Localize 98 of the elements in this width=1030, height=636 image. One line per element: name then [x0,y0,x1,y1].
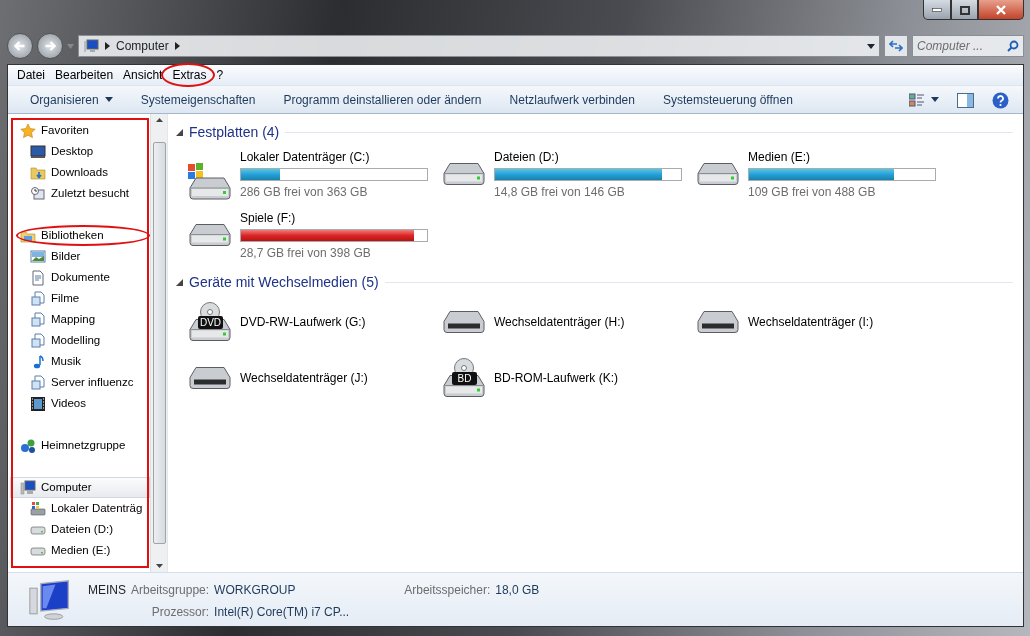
search-field[interactable]: Computer ... [912,35,1024,57]
drive-name[interactable]: BD-ROM-Laufwerk (K:) [494,369,618,387]
back-button[interactable] [7,33,33,59]
nav-item[interactable]: Zuletzt besucht [16,183,150,204]
caret-icon [931,97,939,102]
section-header[interactable]: Festplatten (4) [189,121,280,143]
search-icon [1007,40,1019,52]
nav-item[interactable]: Lokaler Datenträg [16,498,150,519]
free-space-text: 286 GB frei von 363 GB [240,184,369,201]
back-arrow-icon [14,41,26,51]
nav-item[interactable]: Desktop [16,141,150,162]
computer-icon [28,579,72,623]
computer-name: MEINS [88,582,126,599]
drive-name[interactable]: Wechseldatenträger (J:) [240,369,368,387]
toolbar-button[interactable]: Organisieren [16,90,127,109]
toolbar-button[interactable]: Systemeigenschaften [126,90,270,109]
library-icon [30,290,46,307]
hard-drive-icon [694,162,742,186]
system-drive-icon [186,162,234,200]
drive-name[interactable]: Lokaler Datenträger (C:) [240,148,428,166]
chevron-right-icon [174,42,180,50]
drive-name[interactable]: Medien (E:) [748,148,936,166]
toolbar-button[interactable]: Programm deinstallieren oder ändern [269,90,496,109]
hard-drive-icon [186,223,234,247]
dropdown-icon[interactable] [867,43,875,49]
library-icon [30,332,46,349]
free-space-text: 28,7 GB frei von 398 GB [240,245,372,262]
folder-icon [30,164,46,181]
document-icon [30,269,46,286]
menu-item[interactable]: Bearbeiten [55,68,114,82]
free-space-text: 109 GB frei von 488 GB [748,184,877,201]
menu-item[interactable]: Extras [172,68,207,82]
network-icon [20,437,36,454]
nav-item[interactable]: Bilder [16,246,150,267]
film-icon [30,395,46,412]
nav-item[interactable]: Videos [16,393,150,414]
toolbar-button[interactable]: Netzlaufwerk verbinden [495,90,649,109]
drive-name[interactable]: Dateien (D:) [494,148,682,166]
nav-item[interactable]: Favoriten [16,120,150,141]
menu-item[interactable]: Datei [17,68,45,82]
removable-drive-icon [694,310,742,334]
nav-item[interactable]: Dateien (D:) [16,519,150,540]
removable-drive-icon [440,310,488,334]
library-icon [30,311,46,328]
media-type-label: BD [452,372,477,385]
refresh-button[interactable] [884,35,908,57]
free-space-text: 14,8 GB frei von 146 GB [494,184,626,201]
property-label: Arbeitsgruppe: [131,582,210,599]
caret-icon [104,97,113,102]
hard-drive-icon [440,162,488,186]
desktop-icon [30,143,46,160]
toolbar-button[interactable]: Systemsteuerung öffnen [648,90,807,109]
removable-drive-icon [186,366,234,390]
nav-item[interactable]: Downloads [16,162,150,183]
nav-item[interactable]: Mapping [16,309,150,330]
picture-icon [30,248,46,265]
computer-icon [20,479,36,496]
recent-icon [30,185,46,202]
forward-button[interactable] [37,33,63,59]
media-type-label: DVD [198,316,223,329]
drive-name[interactable]: Spiele (F:) [240,209,428,227]
minimize-button[interactable] [923,0,951,20]
maximize-button[interactable] [951,0,978,20]
nav-item[interactable]: Dokumente [16,267,150,288]
library-icon [30,374,46,391]
scrollbar-thumb[interactable] [152,142,166,544]
forward-arrow-icon [44,41,56,51]
property-value: WORKGROUP [214,582,297,599]
property-value: Intel(R) Core(TM) i7 CP... [214,604,350,621]
nav-item[interactable]: Musik [16,351,150,372]
drive-name[interactable]: DVD-RW-Laufwerk (G:) [240,313,366,331]
nav-item[interactable]: Computer [10,477,150,498]
drive-name[interactable]: Wechseldatenträger (I:) [748,313,874,331]
nav-item[interactable]: Modelling [16,330,150,351]
property-label: Arbeitsspeicher: [404,582,491,599]
nav-item[interactable]: Filme [16,288,150,309]
property-value: 18,0 GB [495,582,540,599]
section-header[interactable]: Geräte mit Wechselmedien (5) [189,271,379,293]
close-icon [995,5,1007,16]
view-icon [909,92,925,107]
close-button[interactable] [978,0,1024,20]
refresh-icon [889,40,903,52]
help-icon [992,91,1009,109]
drive-name[interactable]: Wechseldatenträger (H:) [494,313,625,331]
address-bar[interactable]: Computer [78,35,880,57]
breadcrumb-item[interactable]: Computer [116,37,169,55]
maximize-icon [959,5,970,15]
property-label: Prozessor: [150,604,210,621]
nav-item[interactable]: Heimnetzgruppe [16,435,150,456]
menu-item[interactable]: ? [216,68,224,82]
chevron-right-icon [105,42,110,50]
windows-icon [30,500,46,517]
preview-pane-icon [957,92,974,108]
nav-item[interactable]: Server influenzc [16,372,150,393]
minimize-icon [932,8,942,13]
nav-item[interactable]: Medien (E:) [16,540,150,561]
computer-icon [83,39,99,53]
star-icon [20,122,36,139]
